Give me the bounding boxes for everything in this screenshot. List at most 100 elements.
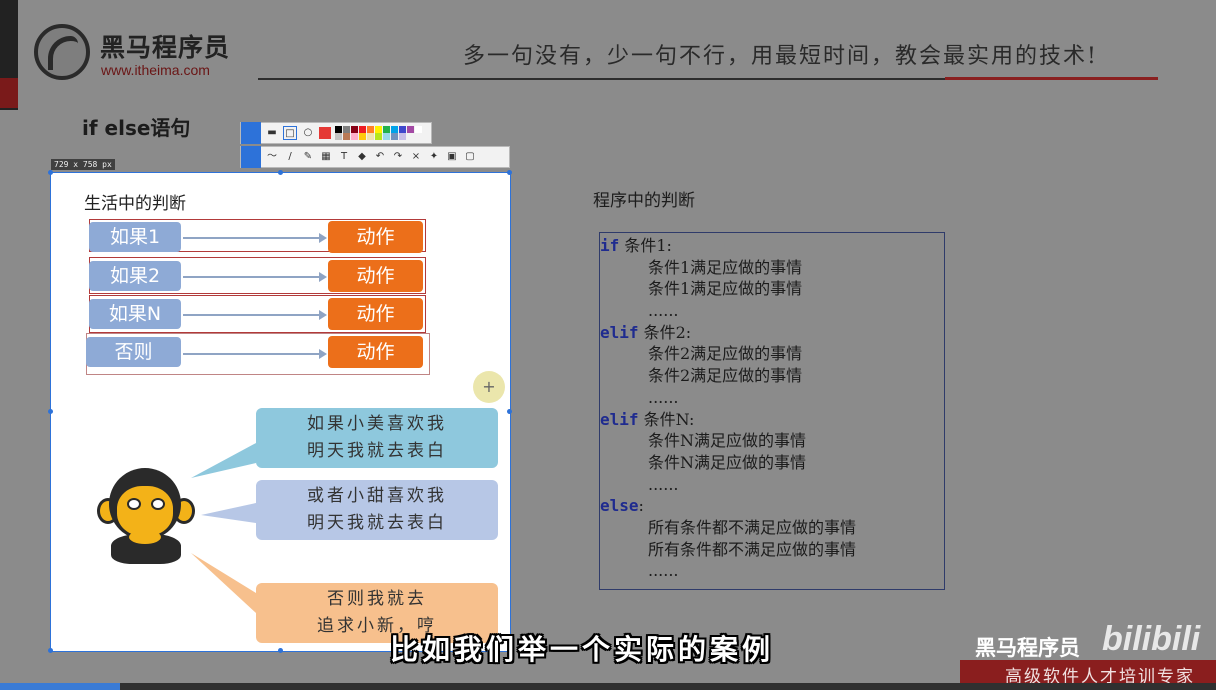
code-text: 条件1满足应做的事情	[648, 279, 803, 299]
code-line: ......	[600, 560, 944, 582]
color-swatch[interactable]	[351, 133, 358, 140]
brand-name: 黑马程序员	[100, 33, 231, 62]
capture-region[interactable]: 生活中的判断 如果1 动作 如果2 动作 如果N 动作 否则 动作 如果小美喜欢…	[48, 170, 512, 653]
toolbar-shapes-row: ▬ □ ○	[240, 122, 432, 144]
code-keyword: elif	[600, 322, 639, 342]
color-swatch[interactable]	[399, 126, 406, 133]
section-title: if else语句	[82, 116, 191, 140]
code-text: 条件2:	[638, 322, 692, 342]
color-swatch[interactable]	[375, 126, 382, 133]
bubble-line: 明天我就去表白	[307, 441, 447, 461]
mosaic-icon[interactable]: ▦	[319, 150, 333, 164]
bubble-line: 或者小甜喜欢我	[307, 486, 447, 506]
toolbar-tools-row: 〜 / ✎ ▦ T ◆ ↶ ↷ × ✦ ▣ ▢	[240, 146, 510, 168]
color-swatch[interactable]	[367, 133, 374, 140]
code-text: ......	[648, 301, 679, 321]
active-color-swatch[interactable]	[319, 127, 331, 139]
undo-icon[interactable]: ↶	[373, 150, 387, 164]
watermark-brand: 黑马程序员	[975, 636, 1080, 660]
color-swatch[interactable]	[399, 133, 406, 140]
code-text: 所有条件都不满足应做的事情	[648, 517, 857, 537]
code-keyword: if	[600, 236, 620, 255]
bubble-line: 如果小美喜欢我	[307, 414, 447, 434]
eraser-icon[interactable]: ◆	[355, 150, 369, 164]
pin-icon[interactable]: ✦	[427, 150, 441, 164]
color-swatch[interactable]	[391, 126, 398, 133]
color-swatch[interactable]	[375, 133, 382, 140]
code-text: 条件2满足应做的事情	[648, 366, 803, 386]
code-line: 条件1满足应做的事情	[600, 278, 944, 300]
ellipse-icon[interactable]: ○	[301, 126, 315, 140]
color-swatch[interactable]	[335, 126, 342, 133]
text-icon[interactable]: T	[337, 150, 351, 164]
code-text: ......	[648, 474, 679, 494]
code-line: ......	[600, 474, 944, 496]
code-text: 条件1:	[619, 236, 672, 255]
redo-icon[interactable]: ↷	[391, 150, 405, 164]
capture-size-label: 729 x 758 px	[51, 159, 115, 170]
color-swatch[interactable]	[359, 133, 366, 140]
left-accent-red	[0, 78, 18, 108]
color-swatch[interactable]	[383, 126, 390, 133]
save-icon[interactable]: ▣	[445, 150, 459, 164]
color-palette[interactable]	[335, 126, 427, 140]
pen-icon[interactable]: 〜	[265, 150, 279, 164]
color-swatch[interactable]	[335, 133, 342, 140]
code-text: 条件N满足应做的事情	[648, 431, 807, 451]
code-text: ......	[648, 561, 679, 581]
color-swatch[interactable]	[407, 126, 414, 133]
color-swatch[interactable]	[343, 133, 350, 140]
header-divider-accent	[945, 77, 1158, 80]
code-text: 条件2满足应做的事情	[648, 344, 803, 364]
code-line: 所有条件都不满足应做的事情	[600, 539, 944, 561]
close-icon[interactable]: ×	[409, 150, 423, 164]
code-line: 条件2满足应做的事情	[600, 343, 944, 365]
code-line: if 条件1:	[600, 235, 944, 257]
pencil-icon[interactable]: /	[283, 150, 297, 164]
code-line: 条件2满足应做的事情	[600, 365, 944, 387]
speech-bubble: 或者小甜喜欢我 明天我就去表白	[256, 480, 498, 540]
code-line: 条件1满足应做的事情	[600, 257, 944, 279]
screenshot-toolbar: ▬ □ ○ 〜 / ✎ ▦ T ◆ ↶ ↷ × ✦ ▣ ▢	[240, 122, 510, 168]
color-swatch[interactable]	[383, 133, 390, 140]
color-swatch[interactable]	[343, 126, 350, 133]
video-subtitle: 比如我们举一个实际的案例	[390, 633, 775, 666]
video-progress-track[interactable]	[0, 683, 1216, 690]
brand-logo: 黑马程序员 www.itheima.com	[34, 22, 244, 84]
code-text: 所有条件都不满足应做的事情	[648, 539, 857, 559]
marker-icon[interactable]: ✎	[301, 150, 315, 164]
rectangle-icon[interactable]: □	[283, 126, 297, 140]
toolbar-mode-indicator	[241, 122, 261, 144]
color-swatch[interactable]	[391, 133, 398, 140]
rect-select-icon[interactable]: ▬	[265, 126, 279, 140]
code-line: 所有条件都不满足应做的事情	[600, 517, 944, 539]
monkey-mascot-icon	[97, 468, 195, 564]
code-line: ......	[600, 300, 944, 322]
color-swatch[interactable]	[351, 126, 358, 133]
code-block: if 条件1: 条件1满足应做的事情 条件1满足应做的事情...... elif 条件…	[599, 232, 945, 590]
color-swatch[interactable]	[359, 126, 366, 133]
code-text: 条件N:	[638, 409, 695, 429]
code-line: ......	[600, 387, 944, 409]
horse-logo-icon	[34, 24, 90, 80]
code-keyword: elif	[600, 409, 639, 429]
bubble-line: 否则我就去	[327, 589, 427, 609]
bubble-line: 明天我就去表白	[307, 513, 447, 533]
toolbar-mode-indicator-2	[241, 146, 261, 168]
bilibili-logo: bilibili	[1102, 620, 1201, 658]
code-text: :	[638, 496, 644, 516]
copy-icon[interactable]: ▢	[463, 150, 477, 164]
code-line: else:	[600, 495, 944, 517]
color-swatch[interactable]	[415, 126, 422, 133]
code-text: 条件1满足应做的事情	[648, 257, 803, 277]
code-line: elif 条件N:	[600, 409, 944, 431]
code-text: ......	[648, 387, 679, 407]
color-swatch[interactable]	[367, 126, 374, 133]
code-line: 条件N满足应做的事情	[600, 430, 944, 452]
code-text: 条件N满足应做的事情	[648, 452, 807, 472]
move-cursor-icon: +	[473, 371, 505, 403]
code-line: 条件N满足应做的事情	[600, 452, 944, 474]
slide: 黑马程序员 www.itheima.com 多一句没有，少一句不行，用最短时间，…	[0, 0, 1216, 690]
speech-bubble: 如果小美喜欢我 明天我就去表白	[256, 408, 498, 468]
code-keyword: else	[600, 496, 639, 516]
